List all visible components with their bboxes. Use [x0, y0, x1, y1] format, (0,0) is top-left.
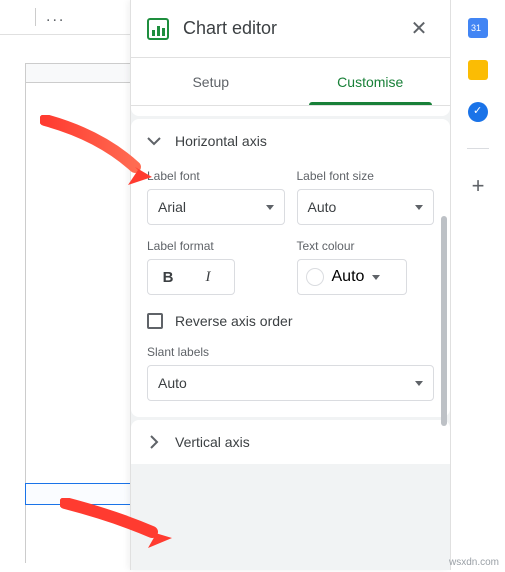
- annotation-arrow-2: [60, 498, 180, 548]
- more-menu[interactable]: ...: [46, 8, 65, 26]
- watermark: wsxdn.com: [449, 557, 499, 568]
- toolbar-divider: [35, 8, 36, 26]
- calendar-icon[interactable]: [468, 18, 488, 38]
- reverse-axis-label: Reverse axis order: [175, 313, 293, 329]
- tab-setup[interactable]: Setup: [131, 58, 291, 105]
- label-format-label: Label format: [147, 239, 285, 253]
- label-format-group: B I: [147, 259, 235, 295]
- label-font-label: Label font: [147, 169, 285, 183]
- vertical-axis-card: Vertical axis: [131, 420, 450, 464]
- caret-icon: [415, 205, 423, 210]
- horizontal-axis-card: Horizontal axis Label font Arial Label f…: [131, 119, 450, 417]
- vertical-axis-header[interactable]: Vertical axis: [131, 420, 450, 464]
- label-font-dropdown[interactable]: Arial: [147, 189, 285, 225]
- caret-icon: [415, 381, 423, 386]
- slant-labels-label: Slant labels: [147, 345, 434, 359]
- horizontal-axis-header[interactable]: Horizontal axis: [131, 119, 450, 163]
- italic-button[interactable]: I: [188, 260, 228, 294]
- panel-title: Chart editor: [183, 18, 390, 39]
- chart-editor-panel: Chart editor ✕ Setup Customise Horizonta…: [130, 0, 450, 570]
- label-font-size-label: Label font size: [297, 169, 435, 183]
- tabs: Setup Customise: [131, 58, 450, 106]
- panel-header: Chart editor ✕: [131, 0, 450, 58]
- slant-labels-value: Auto: [158, 375, 187, 391]
- add-addon-button[interactable]: +: [472, 175, 485, 197]
- section-title-vaxis: Vertical axis: [175, 434, 250, 450]
- reverse-axis-checkbox[interactable]: [147, 313, 163, 329]
- caret-icon: [266, 205, 274, 210]
- chevron-right-icon: [147, 435, 161, 449]
- text-colour-value: Auto: [332, 268, 365, 286]
- legend-section-collapsed[interactable]: [131, 106, 450, 116]
- label-font-value: Arial: [158, 199, 186, 215]
- text-colour-label: Text colour: [297, 239, 435, 253]
- section-title-haxis: Horizontal axis: [175, 133, 267, 149]
- tab-customise[interactable]: Customise: [291, 58, 451, 105]
- side-panel-divider: [467, 148, 489, 149]
- bold-button[interactable]: B: [148, 260, 188, 294]
- scrollbar-thumb[interactable]: [441, 216, 447, 426]
- label-font-size-dropdown[interactable]: Auto: [297, 189, 435, 225]
- colour-swatch: [306, 268, 324, 286]
- close-icon[interactable]: ✕: [404, 14, 434, 44]
- annotation-arrow-1: [40, 115, 160, 185]
- reverse-axis-row[interactable]: Reverse axis order: [147, 313, 434, 329]
- app-toolbar: ...: [0, 0, 130, 35]
- horizontal-axis-body: Label font Arial Label font size Auto: [131, 169, 450, 417]
- text-colour-dropdown[interactable]: Auto: [297, 259, 407, 295]
- side-panel: +: [450, 0, 505, 570]
- keep-icon[interactable]: [468, 60, 488, 80]
- column-header[interactable]: [26, 63, 135, 83]
- tasks-icon[interactable]: [468, 102, 488, 122]
- chart-icon: [147, 18, 169, 40]
- slant-labels-dropdown[interactable]: Auto: [147, 365, 434, 401]
- label-font-size-value: Auto: [308, 199, 337, 215]
- caret-icon: [372, 275, 380, 280]
